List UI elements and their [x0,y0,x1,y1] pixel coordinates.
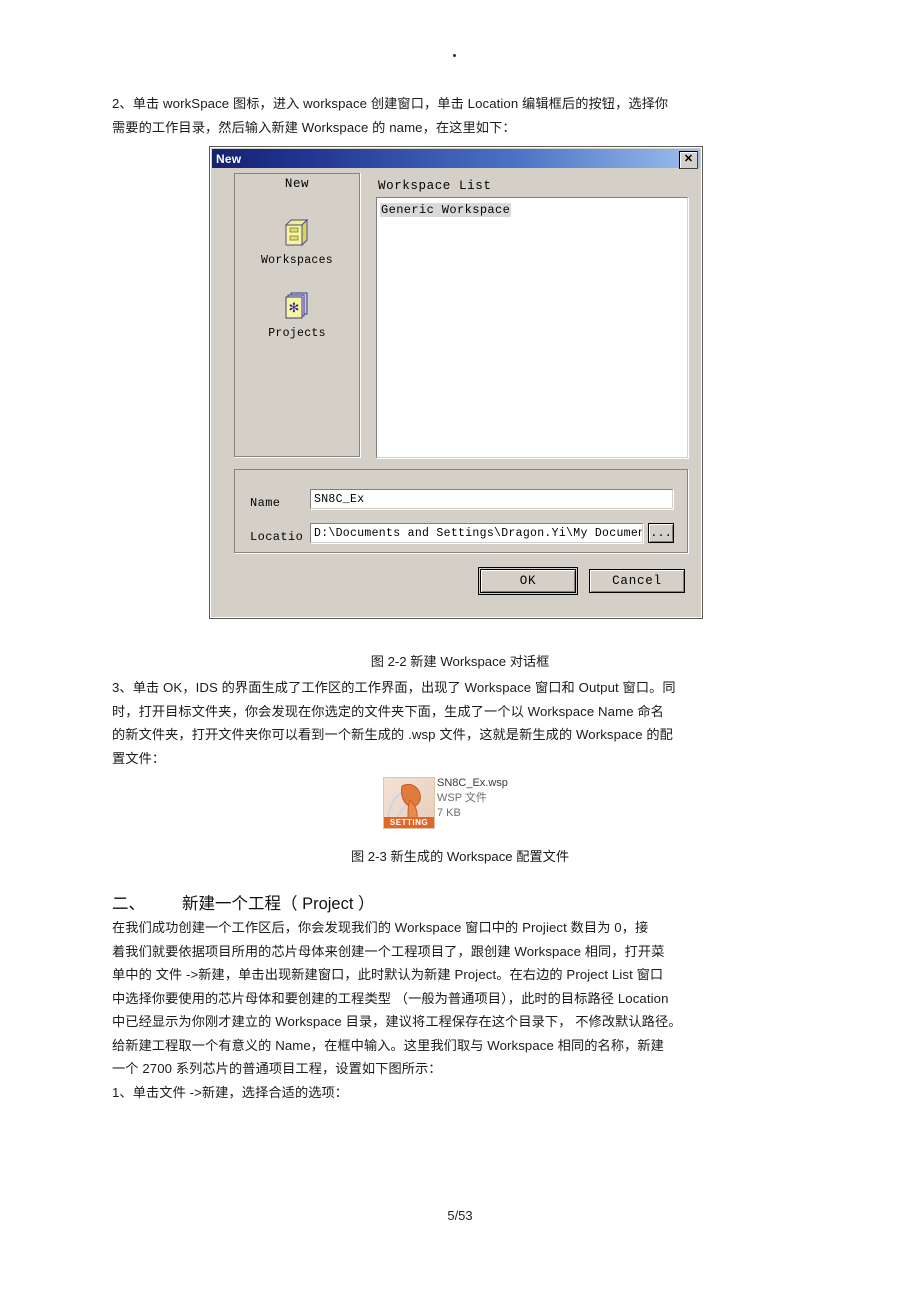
dialog-titlebar: New ✕ [212,149,700,169]
file-size: 7 KB [437,807,461,819]
item-projects-label: Projects [268,327,326,340]
list-item[interactable]: Generic Workspace [380,203,512,217]
location-input[interactable]: D:\Documents and Settings\Dragon.Yi\My D… [310,523,643,543]
figure-caption-2-3: 图 2-3 新生成的 Workspace 配置文件 [350,849,570,864]
paragraph-line: 中选择你要使用的芯片母体和要创建的工程类型 （一般为普通项目），此时的目标路径 … [112,990,669,1006]
workspace-list-label: Workspace List [378,179,492,193]
paragraph-line: 单中的 文件 ->新建，单击出现新建窗口，此时默认为新建 Project。在右边… [112,967,664,982]
section-title: 新建一个工程（ Project ） [182,895,375,913]
cancel-button[interactable]: Cancel [589,569,685,593]
close-icon[interactable]: ✕ [679,150,698,169]
paragraph-line: 3、单击 OK，IDS 的界面生成了工作区的工作界面，出现了 Workspace… [112,680,676,695]
projects-folder-icon: ✻ [281,290,313,320]
paragraph-line: 在我们成功创建一个工作区后，你会发现我们的 Workspace 窗口中的 Pro… [112,920,649,935]
file-type: WSP 文件 [437,792,487,804]
name-label: Name [250,496,281,510]
file-name: SN8C_Ex.wsp [437,777,508,789]
header-dot [453,54,456,57]
paragraph-step-3: 3、单击 OK，IDS 的界面生成了工作区的工作界面，出现了 Workspace… [112,676,812,770]
setting-badge: SETTING [384,817,434,828]
paragraph-line: 1、单击文件 ->新建，选择合适的选项： [112,1084,349,1100]
workspaces-box-icon [281,217,313,247]
workspace-list[interactable]: Generic Workspace [376,197,688,458]
new-workspace-dialog: New ✕ New Workspaces ✻ Projects Workspac… [209,146,703,619]
browse-button[interactable]: ... [648,523,674,543]
paragraph-step-2: 2、单击 workSpace 图标，进入 workspace 创建窗口，单击 L… [112,92,812,139]
location-label: Locatio [250,530,304,544]
new-tab-label: New [284,177,310,191]
section-number: 二、 [112,895,145,913]
dialog-body: New Workspaces ✻ Projects Workspace List… [212,169,700,616]
paragraph-line: 2、单击 workSpace 图标，进入 workspace 创建窗口，单击 L… [112,96,669,111]
svg-text:✻: ✻ [289,301,300,316]
paragraph-line: 给新建工程取一个有意义的 Name，在框中输入。这里我们取与 Workspace… [112,1037,664,1053]
setting-file-icon: SETTING [383,777,435,829]
item-workspaces[interactable]: Workspaces [234,217,360,267]
paragraph-section-2-body: 在我们成功创建一个工作区后，你会发现我们的 Workspace 窗口中的 Pro… [112,916,812,1104]
wsp-file-figure: SETTING SN8C_Ex.wsp WSP 文件 7 KB [383,776,529,829]
document-page: 2、单击 workSpace 图标，进入 workspace 创建窗口，单击 L… [0,0,920,1303]
ok-button[interactable]: OK [478,567,578,595]
page-number: 5/53 [447,1208,473,1223]
name-input[interactable]: SN8C_Ex [310,489,673,509]
paragraph-line: 时，打开目标文件夹，你会发现在你选定的文件夹下面，生成了一个以 Workspac… [112,703,664,719]
paragraph-line: 一个 2700 系列芯片的普通项目工程，设置如下图所示： [112,1061,442,1076]
paragraph-line: 的新文件夹，打开文件夹你可以看到一个新生成的 .wsp 文件，这就是新生成的 W… [112,727,673,742]
paragraph-line: 中已经显示为你刚才建立的 Workspace 目录，建议将工程保存在这个目录下，… [112,1014,682,1029]
dialog-title: New [216,151,242,166]
section-heading: 二、 新建一个工程（ Project ） [112,890,375,914]
paragraph-line: 需要的工作目录，然后输入新建 Workspace 的 name，在这里如下： [112,119,516,135]
item-projects[interactable]: ✻ Projects [234,290,360,340]
item-workspaces-label: Workspaces [260,254,333,267]
paragraph-line: 着我们就要依据项目所用的芯片母体来创建一个工程项目了，跟创建 Workspace… [112,943,665,959]
paragraph-line: 置文件： [112,750,166,766]
new-tab[interactable]: New [234,173,360,194]
figure-caption-2-2: 图 2-2 新建 Workspace 对话框 [370,654,550,669]
file-meta: SN8C_Ex.wsp WSP 文件 7 KB [437,776,529,826]
